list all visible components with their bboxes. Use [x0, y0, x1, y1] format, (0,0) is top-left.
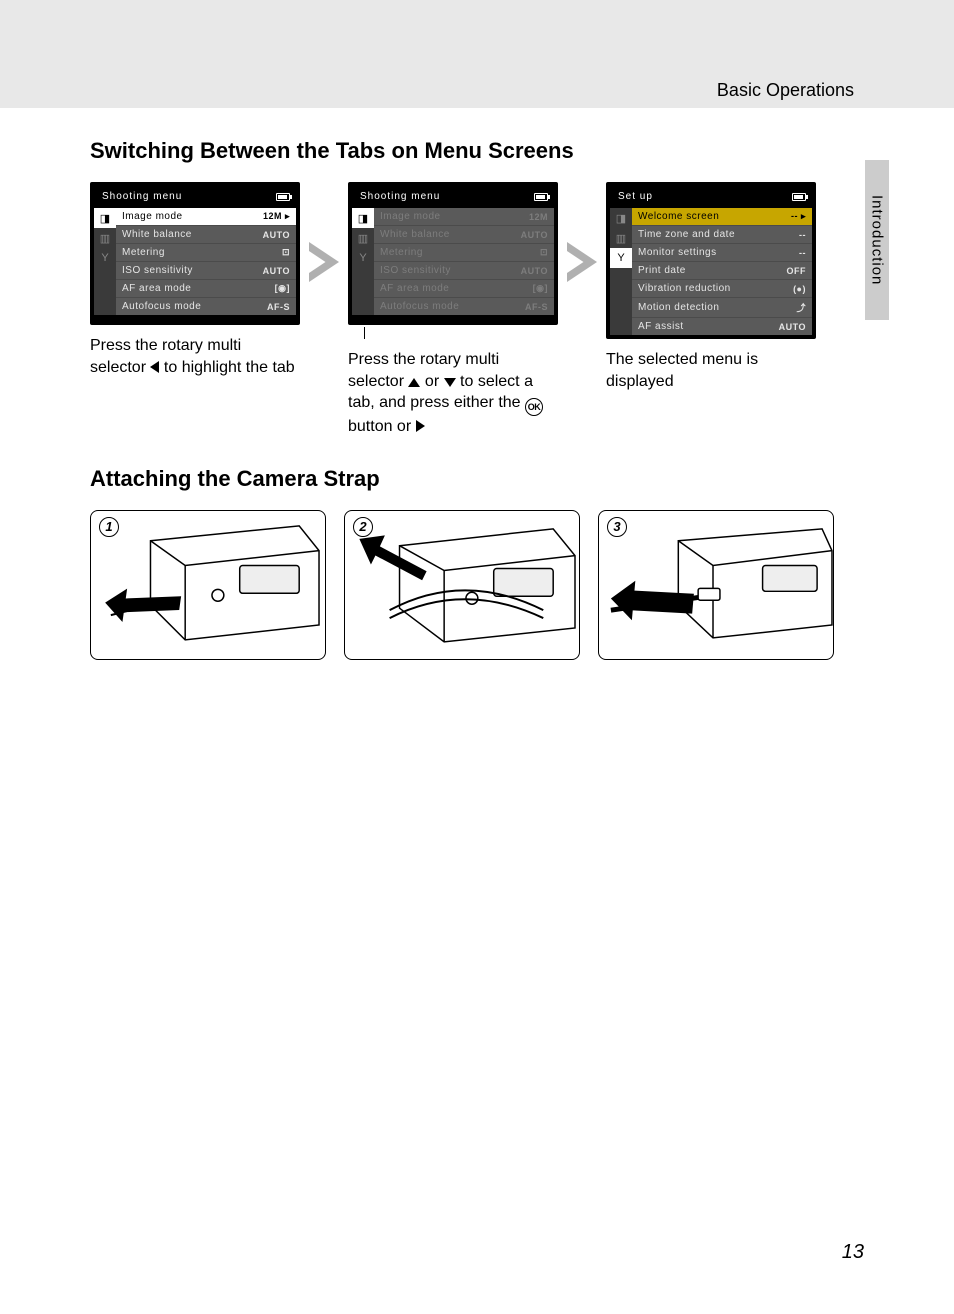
thumb-tab: Introduction: [865, 160, 889, 320]
battery-icon: [276, 193, 290, 201]
menu-item: Vibration reduction(●): [632, 279, 812, 297]
callout-line: [364, 327, 365, 339]
menu-item: Image mode12M ▸: [116, 208, 296, 225]
lcd-title: Shooting menu: [360, 191, 440, 202]
strap-panel-3: 3: [598, 510, 834, 660]
wrench-tab-icon: Y: [94, 248, 116, 268]
heading-strap: Attaching the Camera Strap: [90, 466, 864, 492]
strap-illustration-1: [91, 511, 325, 660]
menu-step-1: Shooting menu ◨ ▥ Y Image mode12M ▸ Whit…: [90, 182, 300, 378]
caption-3: The selected menu is displayed: [606, 349, 816, 392]
camera-tab-icon: ◨: [94, 208, 116, 228]
menu-item: Metering⊡: [116, 243, 296, 261]
page-header: Basic Operations: [717, 80, 854, 101]
lcd-title: Set up: [618, 191, 653, 202]
caption-1: Press the rotary multi selector to highl…: [90, 335, 300, 378]
strap-illustration-3: [599, 511, 833, 660]
camera-tab-icon: ◨: [352, 208, 374, 228]
battery-icon: [534, 193, 548, 201]
caption-2: Press the rotary multi selector or to se…: [348, 349, 558, 438]
menu-item: Time zone and date--: [632, 225, 812, 243]
menu-item: White balanceAUTO: [116, 225, 296, 243]
strap-panels: 1 2: [90, 510, 864, 660]
flow-arrow-icon: [309, 242, 339, 282]
ok-button-icon: OK: [525, 398, 543, 416]
menu-item: White balanceAUTO: [374, 225, 554, 243]
menu-item: AF area mode[◉]: [116, 279, 296, 297]
video-tab-icon: ▥: [352, 228, 374, 248]
menu-item: AF assistAUTO: [632, 317, 812, 335]
menu-item: Welcome screen-- ▸: [632, 208, 812, 225]
lcd-setup-menu: Set up ◨ ▥ Y Welcome screen-- ▸ Time zon…: [606, 182, 816, 339]
menu-screens-row: Shooting menu ◨ ▥ Y Image mode12M ▸ Whit…: [90, 182, 864, 438]
wrench-tab-icon: Y: [610, 248, 632, 268]
camera-tab-icon: ◨: [610, 208, 632, 228]
page-number: 13: [842, 1241, 864, 1264]
menu-step-2: Shooting menu ◨ ▥ Y Image mode12M White …: [348, 182, 558, 438]
strap-illustration-2: [345, 511, 579, 660]
menu-step-3: Set up ◨ ▥ Y Welcome screen-- ▸ Time zon…: [606, 182, 816, 392]
menu-item: Image mode12M: [374, 208, 554, 225]
up-arrow-icon: [408, 378, 420, 387]
wrench-tab-icon: Y: [352, 248, 374, 268]
battery-icon: [792, 193, 806, 201]
strap-panel-1: 1: [90, 510, 326, 660]
menu-item: Metering⊡: [374, 243, 554, 261]
menu-item: AF area mode[◉]: [374, 279, 554, 297]
lcd-shooting-menu-1: Shooting menu ◨ ▥ Y Image mode12M ▸ Whit…: [90, 182, 300, 325]
video-tab-icon: ▥: [94, 228, 116, 248]
thumb-tab-label: Introduction: [869, 195, 886, 285]
flow-arrow-icon: [567, 242, 597, 282]
menu-item: Print dateOFF: [632, 261, 812, 279]
menu-item: ISO sensitivityAUTO: [116, 261, 296, 279]
menu-item: Autofocus modeAF-S: [116, 297, 296, 315]
strap-panel-2: 2: [344, 510, 580, 660]
video-tab-icon: ▥: [610, 228, 632, 248]
right-arrow-icon: [416, 420, 425, 432]
lcd-title: Shooting menu: [102, 191, 182, 202]
menu-item: Monitor settings--: [632, 243, 812, 261]
heading-switching-tabs: Switching Between the Tabs on Menu Scree…: [90, 138, 864, 164]
down-arrow-icon: [444, 378, 456, 387]
menu-item: Motion detection⤴: [632, 297, 812, 317]
menu-item: Autofocus modeAF-S: [374, 297, 554, 315]
menu-item: ISO sensitivityAUTO: [374, 261, 554, 279]
lcd-shooting-menu-2: Shooting menu ◨ ▥ Y Image mode12M White …: [348, 182, 558, 325]
